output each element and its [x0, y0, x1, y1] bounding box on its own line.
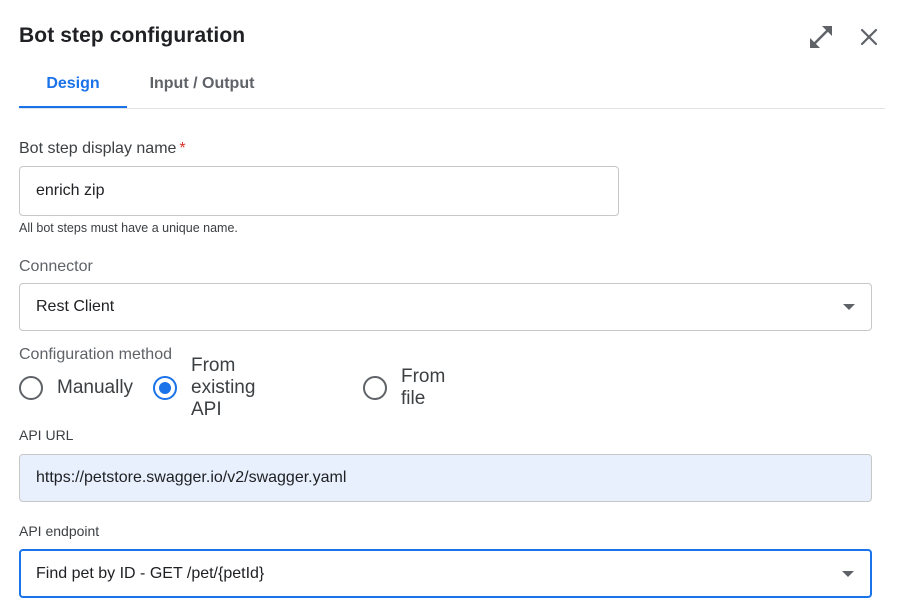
dialog-title: Bot step configuration	[19, 24, 246, 47]
api-url-value: https://petstore.swagger.io/v2/swagger.y…	[36, 469, 347, 486]
config-method-label: Configuration method	[19, 346, 172, 363]
api-endpoint-label: API endpoint	[19, 523, 100, 539]
radio-circle-from-existing-api	[153, 376, 177, 400]
display-name-value: enrich zip	[36, 182, 105, 199]
expand-icon[interactable]	[808, 24, 834, 50]
radio-label-manually: Manually	[57, 377, 134, 398]
radio-label-from-file: From file	[401, 366, 446, 409]
radio-manually[interactable]: Manually	[19, 375, 133, 401]
api-url-label: API URL	[19, 427, 74, 443]
api-endpoint-select[interactable]: Find pet by ID - GET /pet/{petId}	[19, 549, 872, 598]
chevron-down-icon	[843, 304, 855, 310]
radio-circle-manually	[19, 376, 43, 400]
close-icon[interactable]	[856, 24, 882, 50]
required-mark: *	[179, 140, 186, 157]
tab-input-output[interactable]: Input / Output	[137, 60, 267, 107]
api-endpoint-value: Find pet by ID - GET /pet/{petId}	[36, 564, 265, 582]
radio-from-existing-api[interactable]: From existing API	[153, 355, 255, 420]
radio-circle-from-file	[363, 376, 387, 400]
display-name-label-text: Bot step display name	[19, 140, 177, 157]
radio-label-from-existing-api: From existing API	[191, 355, 256, 420]
connector-value: Rest Client	[36, 298, 115, 315]
connector-select[interactable]: Rest Client	[19, 283, 872, 331]
chevron-down-icon	[842, 570, 854, 577]
api-url-input[interactable]: https://petstore.swagger.io/v2/swagger.y…	[19, 454, 872, 502]
display-name-input[interactable]: enrich zip	[19, 166, 619, 216]
connector-label: Connector	[19, 258, 93, 275]
display-name-hint: All bot steps must have a unique name.	[19, 221, 238, 235]
radio-from-file[interactable]: From file	[363, 366, 445, 409]
tab-design[interactable]: Design	[19, 60, 127, 108]
tab-bar: Design Input / Output	[19, 60, 885, 109]
display-name-label: Bot step display name *	[19, 140, 186, 158]
bot-step-config-dialog: Bot step configuration Design Input / Ou…	[0, 0, 910, 607]
